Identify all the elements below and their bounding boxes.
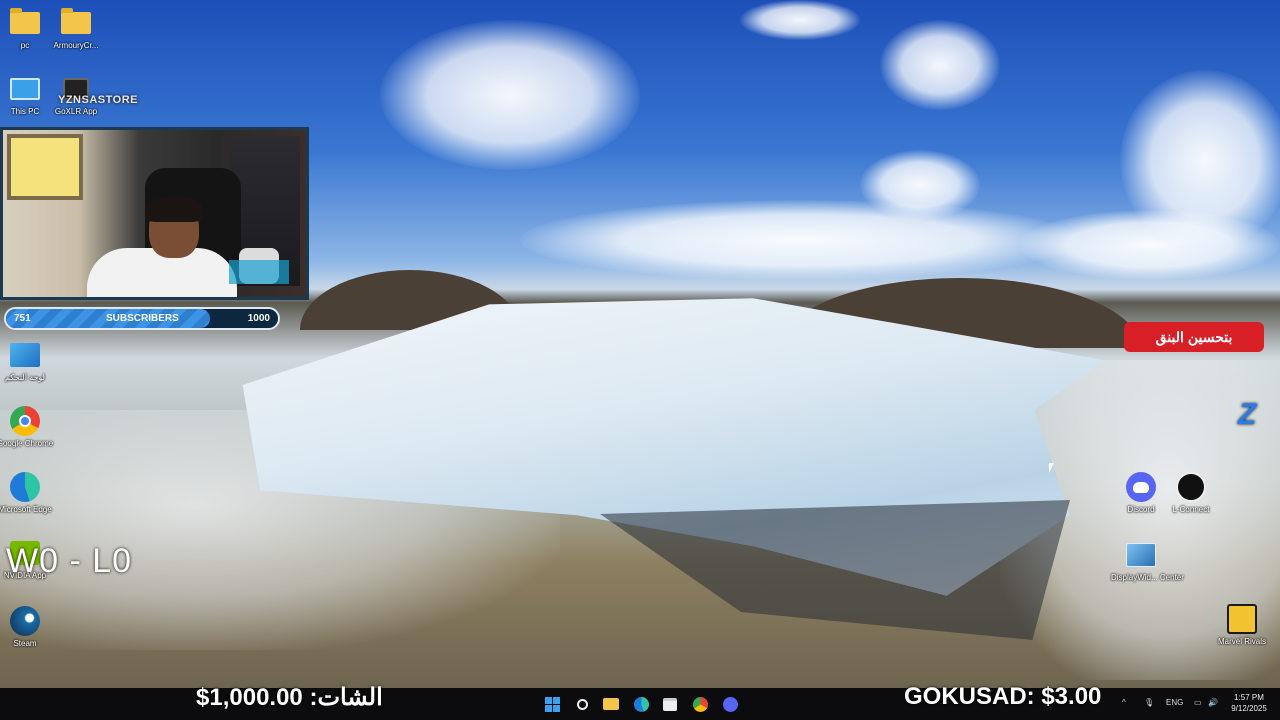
desktop-icon-control-panel[interactable]: لوحة التحكم (0, 340, 55, 383)
desktop-icon-display-widget[interactable]: DisplayWid... Center (1111, 540, 1184, 583)
ping-promo-tag: بتحسين البنق (1124, 322, 1264, 352)
discord-taskbar-icon[interactable] (720, 694, 740, 714)
control-panel-icon (10, 343, 40, 367)
edge-icon (10, 472, 40, 502)
win-loss-score: W0 - L0 (6, 542, 133, 580)
marvel-rivals-icon (1227, 604, 1257, 634)
display-widget-icon (1126, 543, 1156, 567)
subscriber-goal-bar: 751 SUBSCRIBERS 1000 (4, 307, 280, 330)
store-icon[interactable] (660, 694, 680, 714)
language-indicator[interactable]: ENG (1166, 698, 1183, 707)
latest-donation-ticker: GOKUSAD: $3.00 (904, 683, 1102, 710)
folder-icon (61, 8, 91, 34)
volume-icon[interactable]: 🔊 (1208, 698, 1218, 707)
desktop-icon-armoury-crate[interactable]: ArmouryCr... (46, 8, 106, 51)
chrome-icon (10, 406, 40, 436)
chrome-taskbar-icon[interactable] (690, 694, 710, 714)
search-icon[interactable] (572, 694, 592, 714)
microphone-icon[interactable]: 🎙 (1144, 698, 1154, 707)
webcam-feed (0, 127, 309, 300)
file-explorer-icon[interactable] (601, 694, 621, 714)
windows-start-icon[interactable] (542, 694, 562, 714)
desktop-icon-marvel-rivals[interactable]: Marvel Rivals (1212, 604, 1272, 647)
monitor-icon (10, 78, 40, 100)
subscriber-goal: 1000 (247, 313, 270, 324)
network-icon[interactable]: ▭ (1194, 698, 1202, 707)
system-clock[interactable]: 1:57 PM 9/12/2025 (1226, 692, 1272, 714)
desktop-icon-l-connect[interactable]: L-Connect (1161, 472, 1221, 515)
clock-time: 1:57 PM (1234, 693, 1264, 702)
subscriber-current: 751 (14, 313, 31, 324)
mouse-cursor-icon (1049, 463, 1054, 473)
edge-taskbar-icon[interactable] (631, 694, 651, 714)
desktop-wallpaper (0, 0, 1280, 688)
steam-icon (10, 606, 40, 636)
subscriber-label: SUBSCRIBERS (106, 313, 179, 324)
brand-logo-icon: Z (1238, 398, 1257, 431)
chat-donation-ticker: الشات: 1,000.00$ (196, 684, 383, 711)
tray-chevron-icon[interactable]: ^ (1122, 698, 1126, 707)
desktop-icon-edge[interactable]: Microsoft Edge (0, 472, 55, 515)
clock-date: 9/12/2025 (1231, 704, 1267, 713)
desktop-icon-steam[interactable]: Steam (0, 606, 55, 649)
folder-icon (10, 8, 40, 34)
lconnect-icon (1176, 472, 1206, 502)
brand-name: YZNSASTORE (58, 94, 138, 106)
discord-icon (1126, 472, 1156, 502)
desktop-icon-chrome[interactable]: Google Chrome (0, 406, 55, 449)
